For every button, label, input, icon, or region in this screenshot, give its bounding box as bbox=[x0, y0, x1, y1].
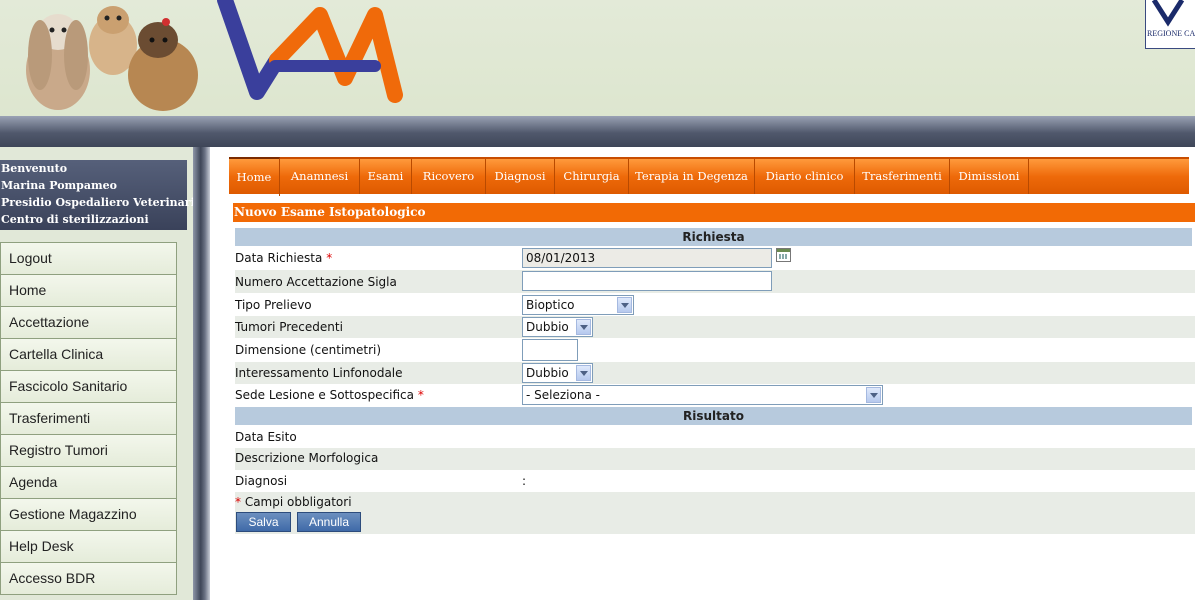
tab-esami[interactable]: Esami bbox=[360, 159, 412, 194]
required-marker: * bbox=[235, 495, 241, 509]
form-title: Nuovo Esame Istopatologico bbox=[233, 203, 1195, 222]
interessamento-select[interactable]: Dubbio bbox=[522, 363, 593, 383]
row-dimensione: Dimensione (centimetri) bbox=[235, 339, 1195, 362]
section-header-risultato: Risultato bbox=[235, 407, 1192, 425]
tab-bar: Home Anamnesi Esami Ricovero Diagnosi Ch… bbox=[229, 157, 1189, 196]
tab-home[interactable]: Home bbox=[229, 157, 280, 196]
tipo-prelievo-value: Bioptico bbox=[526, 298, 575, 312]
header-bar bbox=[0, 116, 1195, 147]
calendar-icon[interactable] bbox=[776, 248, 791, 262]
chevron-down-icon bbox=[617, 297, 632, 313]
sidebar-item-trasferimenti[interactable]: Trasferimenti bbox=[0, 403, 177, 435]
data-richiesta-input[interactable]: 08/01/2013 bbox=[522, 248, 772, 268]
row-diagnosi: Diagnosi : bbox=[235, 470, 1195, 492]
sidebar-item-accesso-bdr[interactable]: Accesso BDR bbox=[0, 563, 177, 595]
label-diagnosi: Diagnosi bbox=[235, 474, 288, 488]
sidebar-item-home[interactable]: Home bbox=[0, 275, 177, 307]
section-header-richiesta: Richiesta bbox=[235, 228, 1192, 246]
tab-anamnesi[interactable]: Anamnesi bbox=[280, 159, 360, 194]
row-footer: * Campi obbligatori bbox=[235, 492, 1195, 534]
sede-lesione-select[interactable]: - Seleziona - bbox=[522, 385, 883, 405]
tab-diario-clinico[interactable]: Diario clinico bbox=[755, 159, 855, 194]
label-interessamento: Interessamento Linfonodale bbox=[235, 366, 403, 380]
sidebar-item-fascicolo-sanitario[interactable]: Fascicolo Sanitario bbox=[0, 371, 177, 403]
label-data-richiesta: Data Richiesta bbox=[235, 251, 323, 265]
chevron-down-icon bbox=[866, 387, 881, 403]
row-tumori-precedenti: Tumori Precedenti bbox=[235, 316, 1195, 338]
welcome-center: Centro di sterilizzazioni bbox=[1, 213, 149, 226]
required-marker: * bbox=[417, 388, 424, 402]
label-numero-accettazione: Numero Accettazione Sigla bbox=[235, 275, 397, 289]
sidebar-divider bbox=[193, 147, 210, 600]
label-descrizione: Descrizione Morfologica bbox=[235, 451, 379, 465]
sidebar-item-logout[interactable]: Logout bbox=[0, 242, 177, 275]
dimensione-input[interactable] bbox=[522, 339, 578, 361]
required-note: Campi obbligatori bbox=[244, 495, 352, 509]
vam-logo-image bbox=[217, 0, 403, 103]
numero-accettazione-input[interactable] bbox=[522, 271, 772, 291]
chevron-down-icon bbox=[576, 365, 591, 381]
welcome-facility: Presidio Ospedaliero Veterinario bbox=[1, 196, 203, 209]
row-interessamento: Interessamento Linfonodale bbox=[235, 362, 1195, 384]
welcome-box: Benvenuto Marina Pompameo Presidio Osped… bbox=[0, 160, 203, 230]
sidebar-item-accettazione[interactable]: Accettazione bbox=[0, 307, 177, 339]
sidebar-item-help-desk[interactable]: Help Desk bbox=[0, 531, 177, 563]
tab-diagnosi[interactable]: Diagnosi bbox=[486, 159, 555, 194]
welcome-user: Marina Pompameo bbox=[1, 179, 117, 192]
cancel-button[interactable]: Annulla bbox=[297, 512, 361, 532]
tab-terapia-in-degenza[interactable]: Terapia in Degenza bbox=[629, 159, 755, 194]
sidebar-menu: Logout Home Accettazione Cartella Clinic… bbox=[0, 242, 177, 595]
required-marker: * bbox=[326, 251, 333, 265]
row-descrizione: Descrizione Morfologica bbox=[235, 448, 1195, 470]
label-tipo-prelievo: Tipo Prelievo bbox=[235, 298, 312, 312]
sidebar-item-gestione-magazzino[interactable]: Gestione Magazzino bbox=[0, 499, 177, 531]
header-banner: REGIONE CAM bbox=[0, 0, 1195, 116]
tab-trasferimenti[interactable]: Trasferimenti bbox=[855, 159, 950, 194]
welcome-greeting: Benvenuto bbox=[1, 162, 68, 175]
tab-ricovero[interactable]: Ricovero bbox=[412, 159, 486, 194]
tab-dimissioni[interactable]: Dimissioni bbox=[950, 159, 1029, 194]
dogs-logo-image bbox=[26, 6, 198, 111]
save-button[interactable]: Salva bbox=[236, 512, 291, 532]
sidebar-item-agenda[interactable]: Agenda bbox=[0, 467, 177, 499]
tumori-precedenti-select[interactable]: Dubbio bbox=[522, 317, 593, 337]
tab-chirurgia[interactable]: Chirurgia bbox=[555, 159, 629, 194]
label-dimensione: Dimensione (centimetri) bbox=[235, 343, 382, 357]
label-data-esito: Data Esito bbox=[235, 430, 297, 444]
region-label: REGIONE CAM bbox=[1147, 29, 1195, 38]
label-sede-lesione: Sede Lesione e Sottospecifica bbox=[235, 388, 415, 402]
tipo-prelievo-select[interactable]: Bioptico bbox=[522, 295, 634, 315]
row-data-esito: Data Esito bbox=[235, 426, 1195, 448]
chevron-down-icon bbox=[576, 319, 591, 335]
sede-lesione-value: - Seleziona - bbox=[526, 388, 600, 402]
region-shield-icon bbox=[1151, 0, 1185, 27]
diagnosi-value: : bbox=[522, 474, 527, 488]
sidebar-item-cartella-clinica[interactable]: Cartella Clinica bbox=[0, 339, 177, 371]
region-logo bbox=[1145, 0, 1195, 49]
label-tumori-precedenti: Tumori Precedenti bbox=[235, 320, 343, 334]
sidebar-item-registro-tumori[interactable]: Registro Tumori bbox=[0, 435, 177, 467]
tumori-precedenti-value: Dubbio bbox=[526, 320, 569, 334]
interessamento-value: Dubbio bbox=[526, 366, 569, 380]
row-tipo-prelievo: Tipo Prelievo bbox=[235, 294, 1195, 316]
